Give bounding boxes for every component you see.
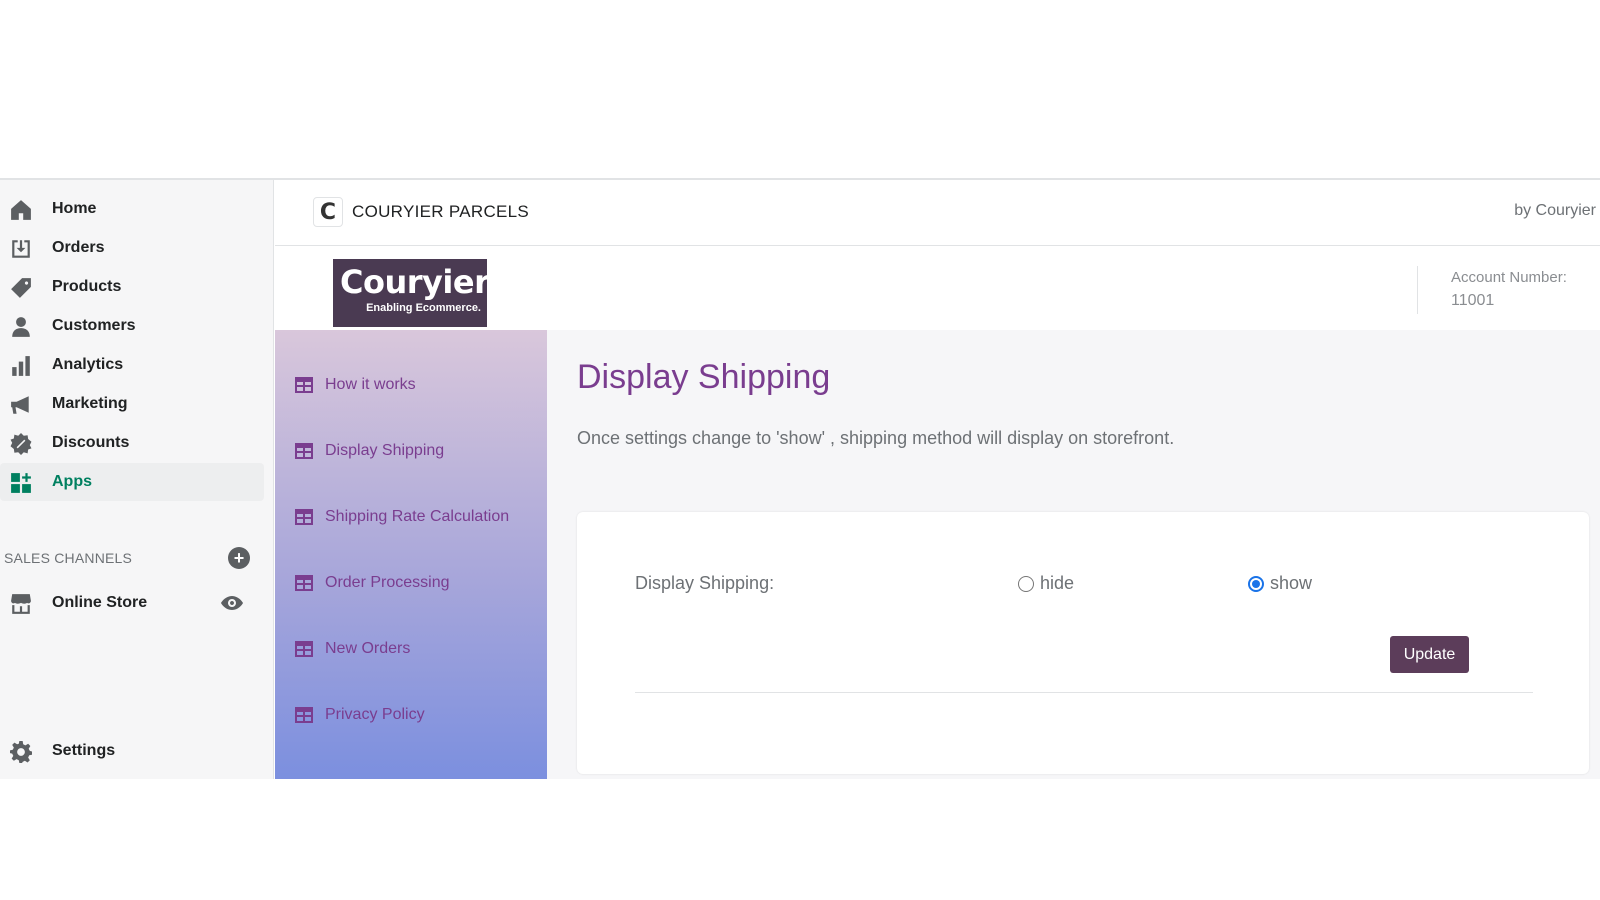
bar-chart-icon — [9, 354, 33, 378]
app-header: C COURYIER PARCELS by Couryier — [275, 180, 1600, 246]
embedded-app: C COURYIER PARCELS by Couryier Couryier … — [275, 180, 1600, 779]
sidebar-item-label: Orders — [52, 239, 105, 256]
table-icon — [295, 641, 313, 657]
brand-tagline: Enabling Ecommerce. — [366, 302, 481, 314]
update-button[interactable]: Update — [1390, 636, 1469, 673]
account-number-label: Account Number: — [1451, 269, 1567, 286]
settings-card: Display Shipping: hide show Update — [577, 512, 1589, 774]
sidebar-item-orders[interactable]: Orders — [0, 229, 264, 267]
table-icon — [295, 509, 313, 525]
sidebar-item-online-store[interactable]: Online Store — [0, 584, 264, 622]
app-nav-privacy-policy[interactable]: Privacy Policy — [295, 702, 425, 728]
radio-show[interactable]: show — [1248, 573, 1312, 594]
radio-show-input[interactable] — [1248, 575, 1264, 592]
apps-icon — [9, 471, 33, 495]
table-icon — [295, 377, 313, 393]
megaphone-icon — [9, 393, 33, 417]
sidebar-item-analytics[interactable]: Analytics — [0, 346, 264, 384]
main-content: Display Shipping Once settings change to… — [547, 330, 1600, 779]
app-nav-label: How it works — [325, 376, 416, 393]
sidebar-item-settings[interactable]: Settings — [0, 732, 264, 770]
radio-show-label: show — [1270, 573, 1313, 593]
app-logo-icon: C — [313, 197, 343, 227]
discount-icon — [9, 432, 33, 456]
app-nav-label: Order Processing — [325, 574, 450, 591]
app-nav-new-orders[interactable]: New Orders — [295, 636, 410, 662]
sidebar-item-marketing[interactable]: Marketing — [0, 385, 264, 423]
radio-hide[interactable]: hide — [1018, 573, 1074, 594]
couryier-logo: Couryier Enabling Ecommerce. — [333, 259, 490, 327]
table-icon — [295, 707, 313, 723]
card-divider — [635, 692, 1533, 693]
sidebar-item-label: Customers — [52, 317, 136, 334]
sidebar-item-label: Discounts — [52, 434, 130, 451]
sidebar-item-label: Marketing — [52, 395, 128, 412]
app-nav-label: Shipping Rate Calculation — [325, 508, 510, 525]
store-icon — [9, 592, 33, 616]
display-shipping-label: Display Shipping: — [635, 573, 775, 593]
app-nav-order-processing[interactable]: Order Processing — [295, 570, 450, 596]
table-icon — [295, 575, 313, 591]
sidebar-item-label: Settings — [52, 742, 116, 759]
page-title: Display Shipping — [577, 358, 831, 396]
sidebar-item-label: Analytics — [52, 356, 124, 373]
view-online-store-eye-icon[interactable] — [220, 593, 244, 613]
app-developer[interactable]: by Couryier — [1514, 202, 1596, 220]
account-divider — [1417, 266, 1418, 314]
app-nav-label: New Orders — [325, 640, 411, 657]
sidebar-item-apps[interactable]: Apps — [0, 463, 264, 501]
account-number-value: 11001 — [1451, 292, 1495, 309]
table-icon — [295, 443, 313, 459]
app-nav-label: Display Shipping — [325, 442, 445, 459]
page-description: Once settings change to 'show' , shippin… — [577, 428, 1175, 448]
sales-channels-title: SALES CHANNELS — [4, 550, 133, 566]
tag-icon — [9, 276, 33, 300]
app-nav-display-shipping[interactable]: Display Shipping — [295, 438, 444, 464]
sidebar-item-label: Products — [52, 278, 122, 295]
brand-bar: Couryier Enabling Ecommerce. Account Num… — [275, 246, 1600, 330]
add-sales-channel-button[interactable]: + — [228, 547, 250, 569]
brand-name: Couryier — [340, 263, 490, 301]
orders-icon — [9, 237, 33, 261]
app-frame: Home Orders Products Customers Analytics… — [0, 178, 1600, 779]
app-side-nav: How it works Display Shipping Shipping R… — [275, 330, 547, 779]
home-icon — [9, 198, 33, 222]
sidebar-item-home[interactable]: Home — [0, 190, 264, 228]
sidebar-item-label: Home — [52, 200, 97, 217]
app-nav-shipping-rate-calculation[interactable]: Shipping Rate Calculation — [295, 504, 509, 530]
radio-hide-input[interactable] — [1018, 575, 1034, 592]
sidebar-item-label: Apps — [52, 473, 92, 490]
gear-icon — [9, 740, 33, 764]
person-icon — [9, 315, 33, 339]
sidebar-item-products[interactable]: Products — [0, 268, 264, 306]
app-nav-how-it-works[interactable]: How it works — [295, 372, 416, 398]
app-title: COURYIER PARCELS — [352, 202, 530, 221]
sidebar-item-discounts[interactable]: Discounts — [0, 424, 264, 462]
sales-channels-heading: SALES CHANNELS + — [4, 546, 250, 570]
sidebar-item-customers[interactable]: Customers — [0, 307, 264, 345]
app-nav-label: Privacy Policy — [325, 706, 425, 723]
admin-sidebar: Home Orders Products Customers Analytics… — [0, 180, 274, 779]
radio-hide-label: hide — [1040, 573, 1075, 593]
sidebar-item-label: Online Store — [52, 594, 148, 611]
